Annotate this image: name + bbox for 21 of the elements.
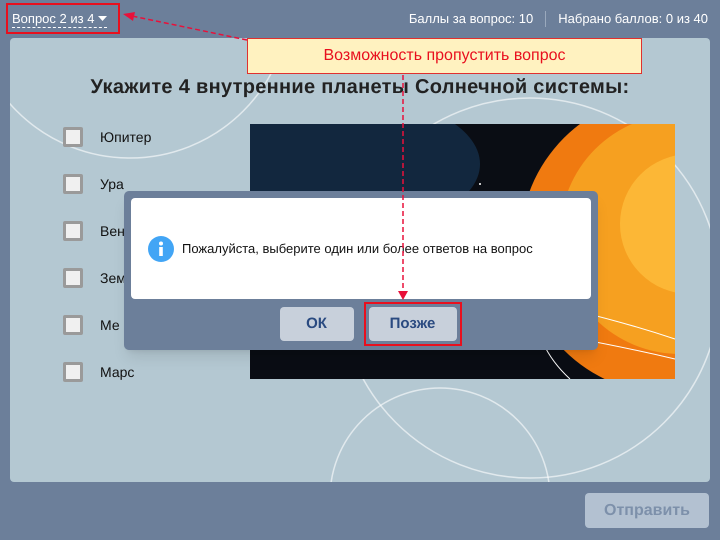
checkbox[interactable]	[63, 127, 83, 147]
question-title: Укажите 4 внутренние планеты Солнечной системы:	[90, 75, 630, 100]
checkbox[interactable]	[63, 174, 83, 194]
answer-label: Ме	[100, 316, 120, 334]
dialog-button[interactable]: Позже	[368, 307, 456, 341]
answer-label: Юпитер	[100, 128, 152, 147]
points-per-question: Баллы за вопрос: 10	[408, 10, 534, 28]
answer-label: Марс	[100, 362, 134, 382]
answer-label: Вен	[100, 222, 125, 240]
callout: Возможность пропустить вопрос	[247, 38, 642, 74]
checkbox[interactable]	[63, 315, 83, 335]
checkbox[interactable]	[63, 362, 83, 382]
dialog-button[interactable]: ОК	[280, 307, 354, 341]
points-total: Набрано баллов: 0 из 40	[558, 10, 708, 28]
info-icon	[148, 236, 174, 262]
question-selector[interactable]: Вопрос 2 из 4	[12, 10, 108, 28]
checkbox[interactable]	[63, 221, 83, 241]
dialog-message: Пожалуйста, выберите один или более ответов на вопрос	[182, 240, 533, 258]
caret-icon	[98, 16, 108, 21]
answer-label: Ура	[100, 174, 124, 194]
checkbox[interactable]	[63, 268, 83, 288]
